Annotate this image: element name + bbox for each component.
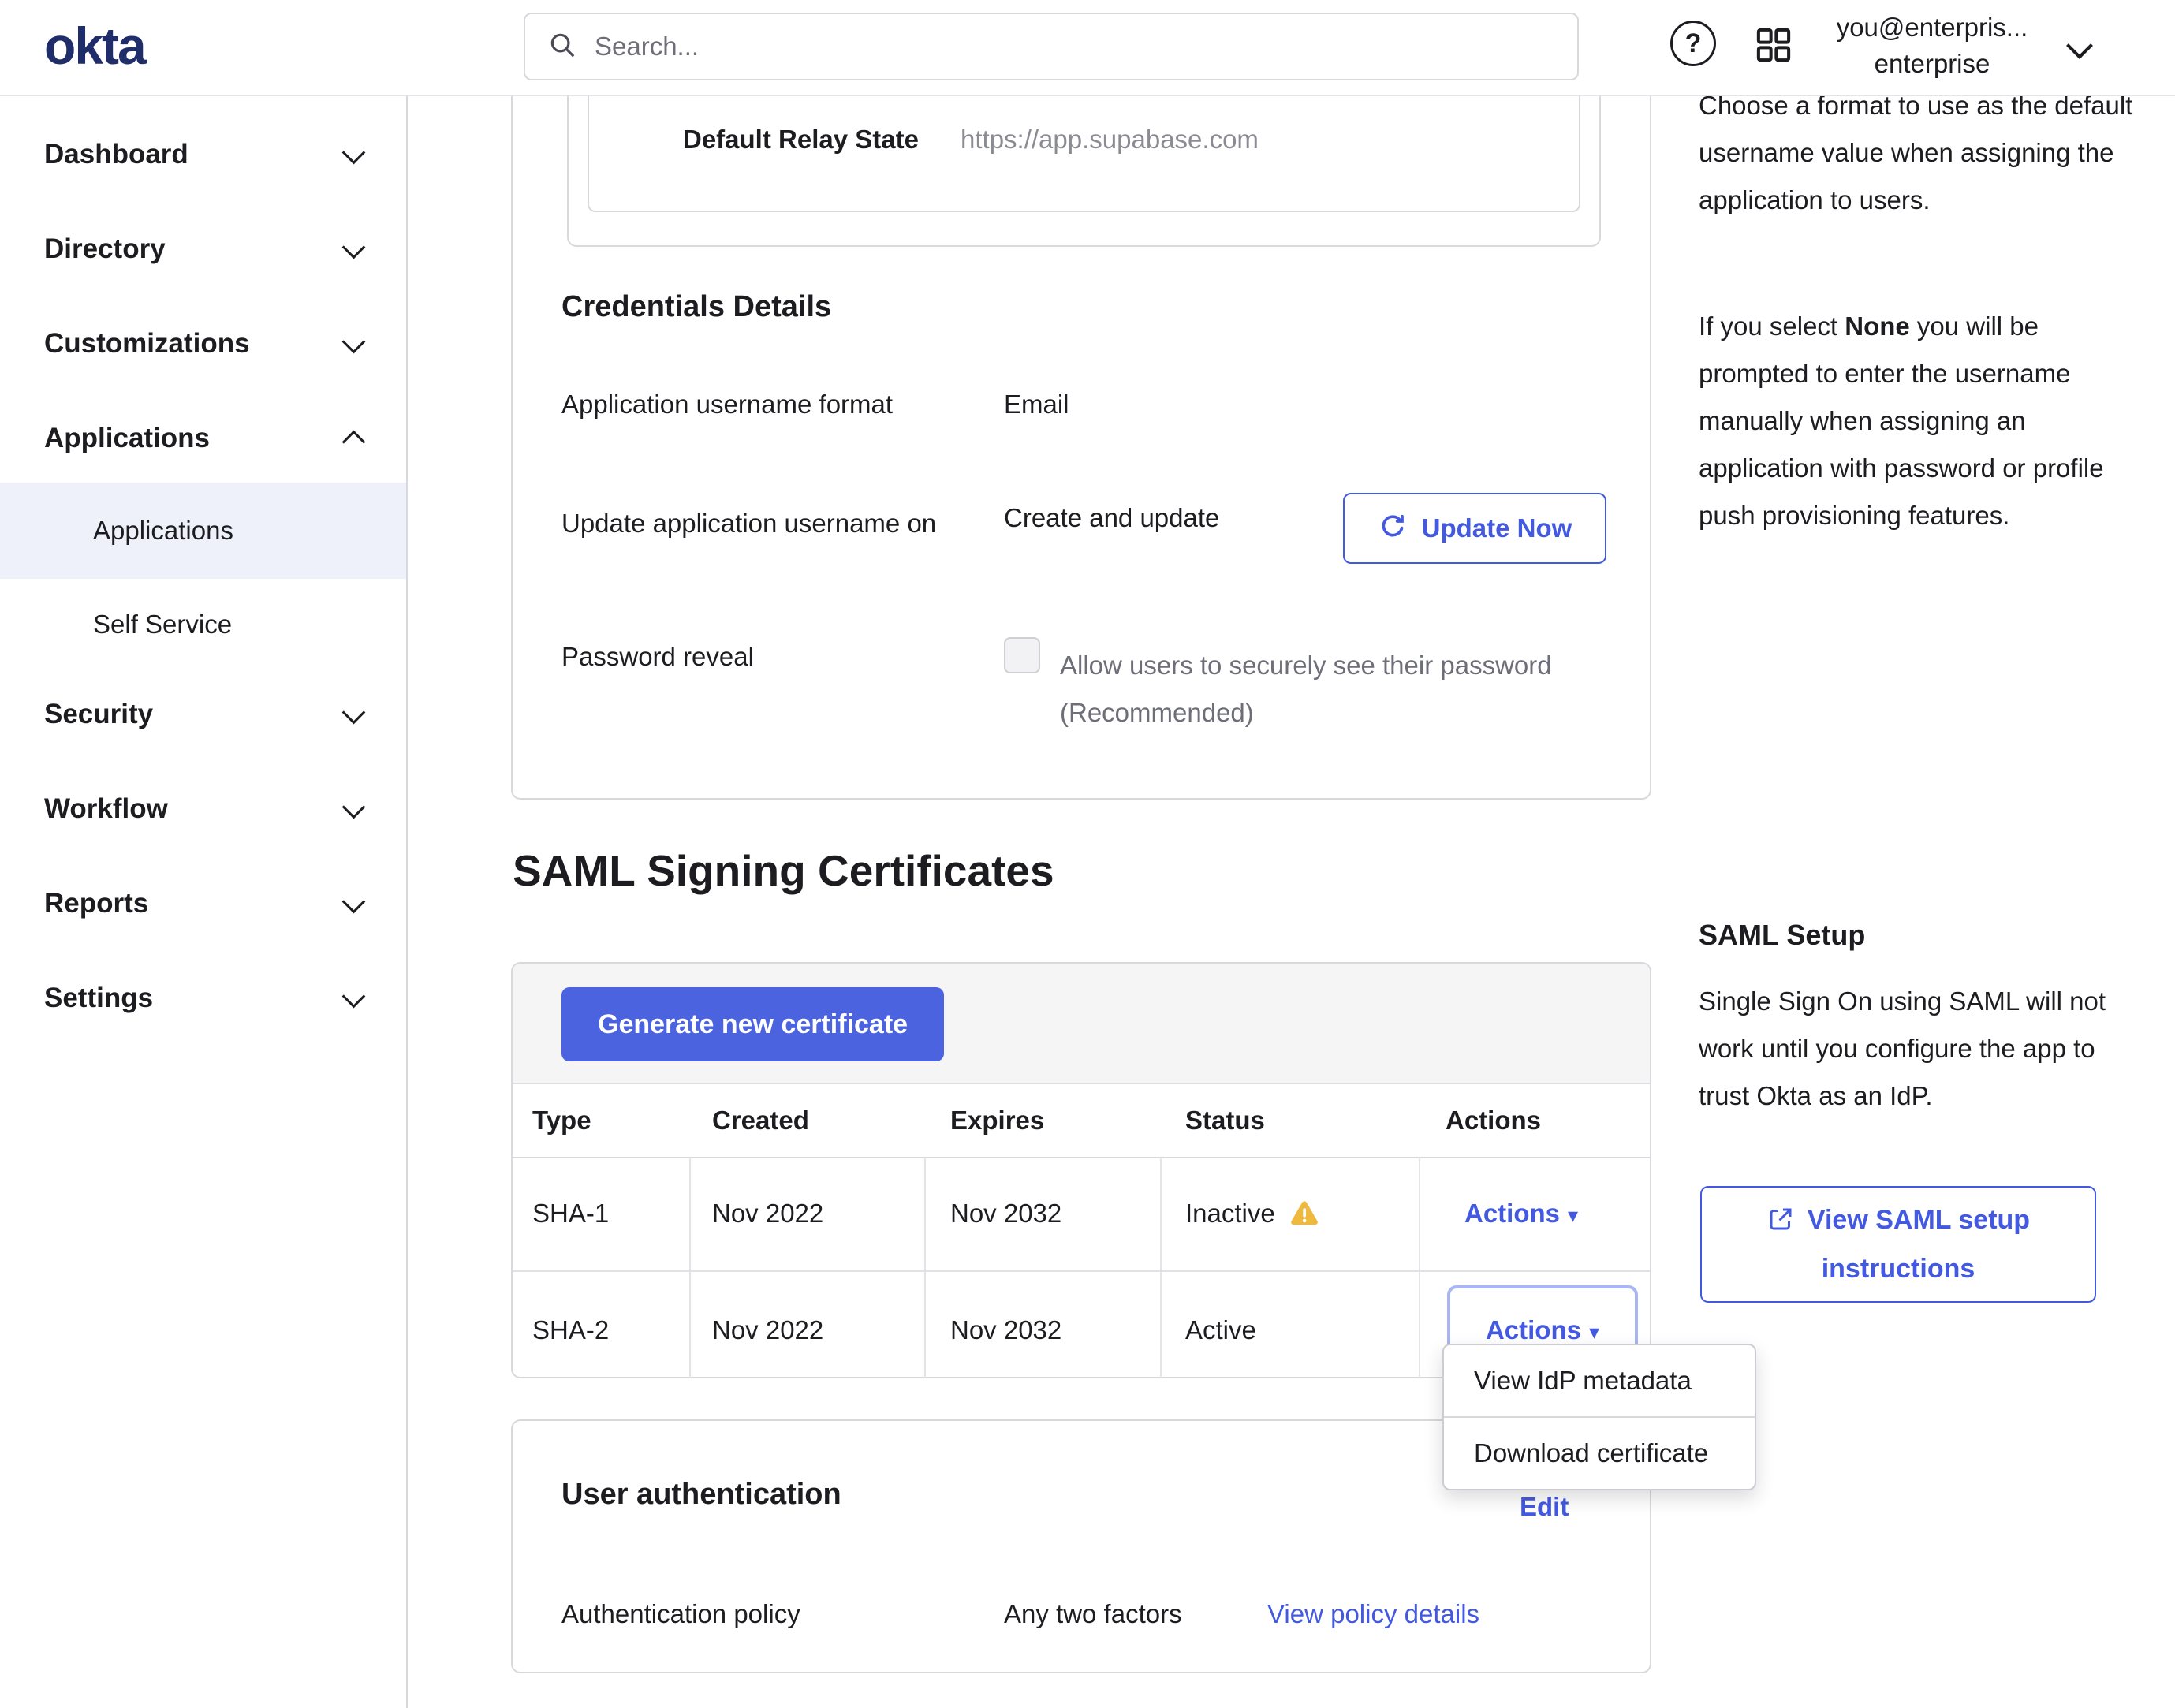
password-reveal-text: Allow users to securely see their passwo…: [1060, 642, 1572, 737]
caret-down-icon: ▾: [1568, 1203, 1578, 1227]
credentials-title: Credentials Details: [561, 290, 831, 324]
caret-down-icon: ▾: [1589, 1320, 1599, 1344]
cert-expires: Nov 2032: [950, 1199, 1061, 1229]
username-help-paragraph-2: If you select None you will be prompted …: [1699, 303, 2136, 539]
col-header-created: Created: [712, 1106, 809, 1136]
column-divider: [1160, 1158, 1162, 1378]
table-header-border: [513, 1157, 1650, 1158]
view-policy-details-link[interactable]: View policy details: [1267, 1599, 1479, 1629]
column-divider: [924, 1158, 926, 1378]
saml-setup-title: SAML Setup: [1699, 912, 2136, 959]
sidebar-item-applications[interactable]: Applications: [0, 391, 406, 486]
cert-status: Active: [1185, 1315, 1256, 1345]
col-header-status: Status: [1185, 1106, 1265, 1136]
sidebar-item-directory[interactable]: Directory: [0, 202, 406, 296]
sidebar: Dashboard Directory Customizations Appli…: [0, 95, 408, 1708]
col-header-type: Type: [532, 1106, 591, 1136]
column-divider: [1419, 1158, 1420, 1378]
relay-state-label: Default Relay State: [683, 125, 919, 155]
sidebar-subitem-self-service[interactable]: Self Service: [0, 579, 406, 670]
cert-created: Nov 2022: [712, 1315, 823, 1345]
help-icon[interactable]: ?: [1670, 21, 1716, 66]
okta-admin-console: okta ? you@enterpris... enterprise Dashb…: [0, 0, 2175, 1708]
cert-expires: Nov 2032: [950, 1315, 1061, 1345]
username-format-label: Application username format: [561, 390, 893, 420]
warning-icon: [1289, 1200, 1319, 1231]
chevron-down-icon: [342, 984, 366, 1008]
cert-created: Nov 2022: [712, 1199, 823, 1229]
menu-item-view-idp-metadata[interactable]: View IdP metadata: [1444, 1345, 1755, 1416]
apps-grid-icon[interactable]: [1752, 24, 1795, 66]
external-link-icon: [1766, 1205, 1808, 1235]
username-format-value: Email: [1004, 390, 1069, 420]
refresh-icon: [1378, 512, 1408, 546]
saml-setup-text: Single Sign On using SAML will not work …: [1699, 978, 2152, 1120]
cert-status: Inactive: [1185, 1199, 1275, 1229]
sidebar-subitem-applications[interactable]: Applications: [0, 483, 406, 579]
cert-type: SHA-1: [532, 1199, 609, 1229]
sidebar-item-customizations[interactable]: Customizations: [0, 296, 406, 391]
username-help-paragraph-1: Choose a format to use as the default us…: [1699, 82, 2136, 224]
user-auth-title: User authentication: [561, 1478, 841, 1512]
chevron-down-icon: [342, 889, 366, 913]
update-username-label: Update application username on: [561, 500, 1035, 547]
account-menu[interactable]: you@enterpris... enterprise: [1814, 9, 2050, 82]
account-username: you@enterpris...: [1814, 9, 2050, 46]
row-divider: [513, 1270, 1650, 1272]
certificates-card: Generate new certificate Type Created Ex…: [511, 962, 1651, 1378]
sign-on-settings-card: Default Relay State https://app.supabase…: [511, 96, 1651, 800]
search-input[interactable]: [593, 31, 1385, 62]
actions-button[interactable]: Actions▾: [1464, 1199, 1578, 1229]
generate-certificate-button[interactable]: Generate new certificate: [561, 987, 944, 1061]
update-now-button[interactable]: Update Now: [1343, 493, 1606, 564]
password-reveal-checkbox[interactable]: [1004, 637, 1040, 673]
chevron-down-icon: [342, 140, 366, 164]
password-reveal-label: Password reveal: [561, 642, 754, 672]
chevron-down-icon: [342, 795, 366, 819]
sidebar-item-workflow[interactable]: Workflow: [0, 762, 406, 856]
chevron-down-icon[interactable]: [2066, 32, 2093, 59]
chevron-down-icon: [342, 330, 366, 353]
account-org: enterprise: [1814, 46, 2050, 82]
auth-policy-label: Authentication policy: [561, 1599, 800, 1629]
relay-state-value: https://app.supabase.com: [961, 125, 1259, 155]
search-icon: [547, 30, 577, 64]
global-search[interactable]: [524, 13, 1579, 80]
col-header-expires: Expires: [950, 1106, 1044, 1136]
okta-logo[interactable]: okta: [44, 16, 145, 76]
update-username-value: Create and update: [1004, 503, 1219, 533]
sidebar-item-security[interactable]: Security: [0, 667, 406, 762]
col-header-actions: Actions: [1446, 1106, 1541, 1136]
chevron-up-icon: [342, 430, 366, 453]
auth-policy-value: Any two factors: [1004, 1599, 1182, 1629]
certificates-title: SAML Signing Certificates: [513, 845, 1054, 896]
sidebar-item-reports[interactable]: Reports: [0, 856, 406, 951]
edit-link[interactable]: Edit: [1520, 1492, 1569, 1522]
menu-item-download-certificate[interactable]: Download certificate: [1444, 1418, 1755, 1489]
column-divider: [689, 1158, 691, 1378]
chevron-down-icon: [342, 235, 366, 259]
chevron-down-icon: [342, 700, 366, 724]
app-header: okta ? you@enterpris... enterprise: [0, 0, 2175, 96]
sidebar-item-settings[interactable]: Settings: [0, 951, 406, 1046]
sidebar-item-dashboard[interactable]: Dashboard: [0, 107, 406, 202]
actions-dropdown-menu: View IdP metadata Download certificate: [1442, 1344, 1756, 1490]
cert-type: SHA-2: [532, 1315, 609, 1345]
view-saml-setup-button[interactable]: View SAML setup instructions: [1700, 1186, 2096, 1303]
